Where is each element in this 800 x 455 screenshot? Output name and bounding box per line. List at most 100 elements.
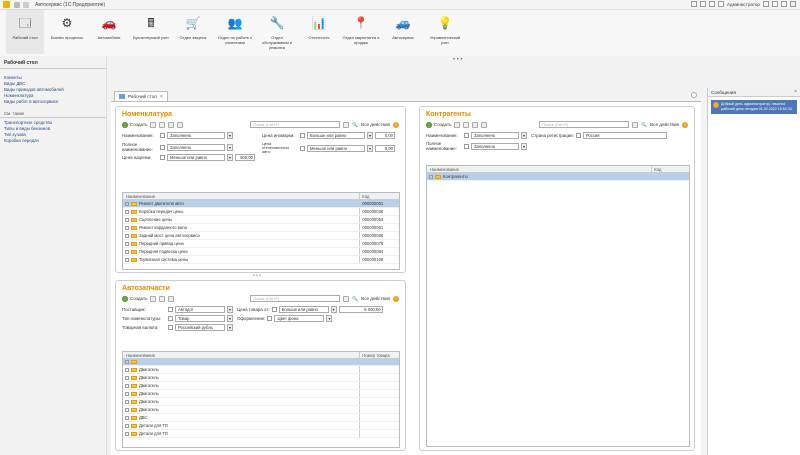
edit-icon[interactable] [168,121,175,128]
search-icon[interactable]: 🔍 [641,122,647,128]
copy-icon[interactable] [159,121,166,128]
folder-icon[interactable] [150,121,157,128]
table-row[interactable]: Передний привод цена 000000078 [123,240,399,248]
ribbon-item[interactable]: ⚙ Бизнес процессы [48,10,86,54]
delete-icon[interactable] [168,295,175,302]
home-icon[interactable] [14,1,20,8]
user-name[interactable]: Администратор [727,2,760,7]
dropdown-button[interactable]: ▾ [521,142,527,150]
price-value[interactable]: 5 000,00 [338,306,383,313]
help-icon[interactable]: ? [682,121,688,128]
table-row[interactable]: Двигатель [123,382,399,390]
expand-icon[interactable] [125,391,129,396]
table-row[interactable]: Ремонт карданного вала 000000061 [123,224,399,232]
name-field[interactable]: Заполнено [471,132,519,139]
ribbon-item[interactable]: 📊 Отчетность [300,10,338,54]
close-icon[interactable]: × [794,89,797,95]
tab-desktop[interactable]: Рабочий стол × [114,91,168,101]
table-row[interactable]: Тормозная система цены 000000100 [123,256,399,264]
price-mark-checkbox[interactable] [160,155,165,160]
search-icon[interactable]: 🔍 [352,296,358,302]
ribbon-item[interactable]: 🗔 Рабочий стол [6,10,44,54]
dropdown-button[interactable]: ▾ [521,132,527,139]
expand-icon[interactable] [125,217,129,222]
star-icon[interactable] [23,1,29,8]
ribbon-item[interactable]: 🛒 Отдел закупок [174,10,212,54]
message-item[interactable]: ! Добрый день администратор, начался раб… [711,100,797,114]
expand-icon[interactable] [125,415,129,420]
supplier-field[interactable]: Автодот [175,306,225,313]
dropdown-button[interactable]: ▾ [227,143,233,151]
ribbon-item[interactable]: 📍 Отдел маркетинга и продаж [342,10,380,54]
copy-icon[interactable] [463,121,470,128]
fullname-field[interactable]: Заполнено [167,143,225,151]
table-row[interactable]: Сцепление цены 000000053 [123,216,399,224]
close-button[interactable] [790,1,796,7]
fullname-checkbox[interactable] [160,144,165,150]
table-row[interactable]: Двигатель [123,390,399,398]
country-field[interactable]: Россия [582,132,667,139]
dropdown-button[interactable]: ▾ [227,324,233,331]
dropdown-button[interactable]: ▾ [326,315,333,322]
create-button[interactable]: Создать [122,295,147,302]
expand-icon[interactable] [125,233,129,238]
copy-icon[interactable] [150,295,157,302]
ribbon-item[interactable]: 💡 Управленческий учет [426,10,464,54]
currency-checkbox[interactable] [168,325,173,330]
price-foreign-checkbox[interactable] [300,133,305,138]
ribbon-item[interactable]: 🚙 Автосервис [384,10,422,54]
info-icon[interactable] [690,1,697,7]
price-from-checkbox[interactable] [271,307,277,312]
history-icon[interactable] [708,1,715,7]
table-row[interactable]: Двигатель [123,366,399,374]
help-icon[interactable]: ? [393,295,399,302]
ribbon-item[interactable]: 🚗 Автомобили [90,10,128,54]
ribbon-item[interactable]: 🔧 Отдел обслуживания и ремонта [258,10,296,54]
name-field[interactable]: Заполнено [167,132,225,139]
fullname-checkbox[interactable] [464,143,469,149]
splitter-handle[interactable]: • • • [253,273,261,279]
price-mark-compare[interactable]: Меньше или равно [167,154,225,161]
folder-icon[interactable] [454,121,461,128]
type-field[interactable]: Товар [175,315,225,322]
clear-icon[interactable] [343,295,350,302]
expand-icon[interactable] [125,241,129,246]
delete-icon[interactable] [481,121,488,128]
help-icon[interactable]: ? [393,121,399,128]
dropdown-button[interactable]: ▾ [367,132,373,139]
table-row[interactable]: Задний мост цена автосервиса 000000066 [123,232,399,240]
price-foreign-value[interactable]: 0,00 [375,132,395,139]
close-icon[interactable]: × [160,94,163,100]
fullname-field[interactable]: Заполнено [471,142,519,150]
expand-icon[interactable] [125,360,129,364]
all-actions-button[interactable]: Все действия [361,122,390,127]
column-header-name[interactable]: Наименование [123,353,359,358]
dropdown-button[interactable]: ▾ [227,154,233,161]
table-row[interactable]: Двигатель [123,406,399,414]
bell-icon[interactable] [699,1,706,7]
create-button[interactable]: Создать [122,121,147,128]
finish-checkbox[interactable] [267,316,273,321]
all-actions-button[interactable]: Все действия [361,296,390,301]
price-mark-value[interactable]: 500,00 [235,154,255,161]
dropdown-button[interactable]: ▾ [227,132,233,139]
table-row[interactable]: Детали для ТО [123,422,399,430]
country-checkbox[interactable] [575,133,581,138]
expand-icon[interactable] [125,201,129,206]
finish-field[interactable]: Цвет фона [274,315,325,322]
table-row[interactable]: Ремонт двигателя авто 000000001 [123,200,399,208]
table-row[interactable] [123,359,399,366]
splitter-handle[interactable]: • • • [453,57,463,63]
expand-icon[interactable] [429,174,433,179]
price-domestic-value[interactable]: 0,00 [375,144,395,152]
create-button[interactable]: Создать [426,121,451,128]
ribbon-item[interactable]: 🖩 Бухгалтерский учет [132,10,170,54]
table-row[interactable]: Коробка передач цены 000000036 [123,208,399,216]
nav-item[interactable]: Коробка передач [0,138,106,144]
search-input[interactable]: Поиск (Ctrl+F) [539,121,630,128]
expand-icon[interactable] [125,431,129,436]
delete-icon[interactable] [177,121,184,128]
expand-icon[interactable] [125,383,129,388]
star-button[interactable] [717,1,724,7]
clear-icon[interactable] [343,121,350,128]
